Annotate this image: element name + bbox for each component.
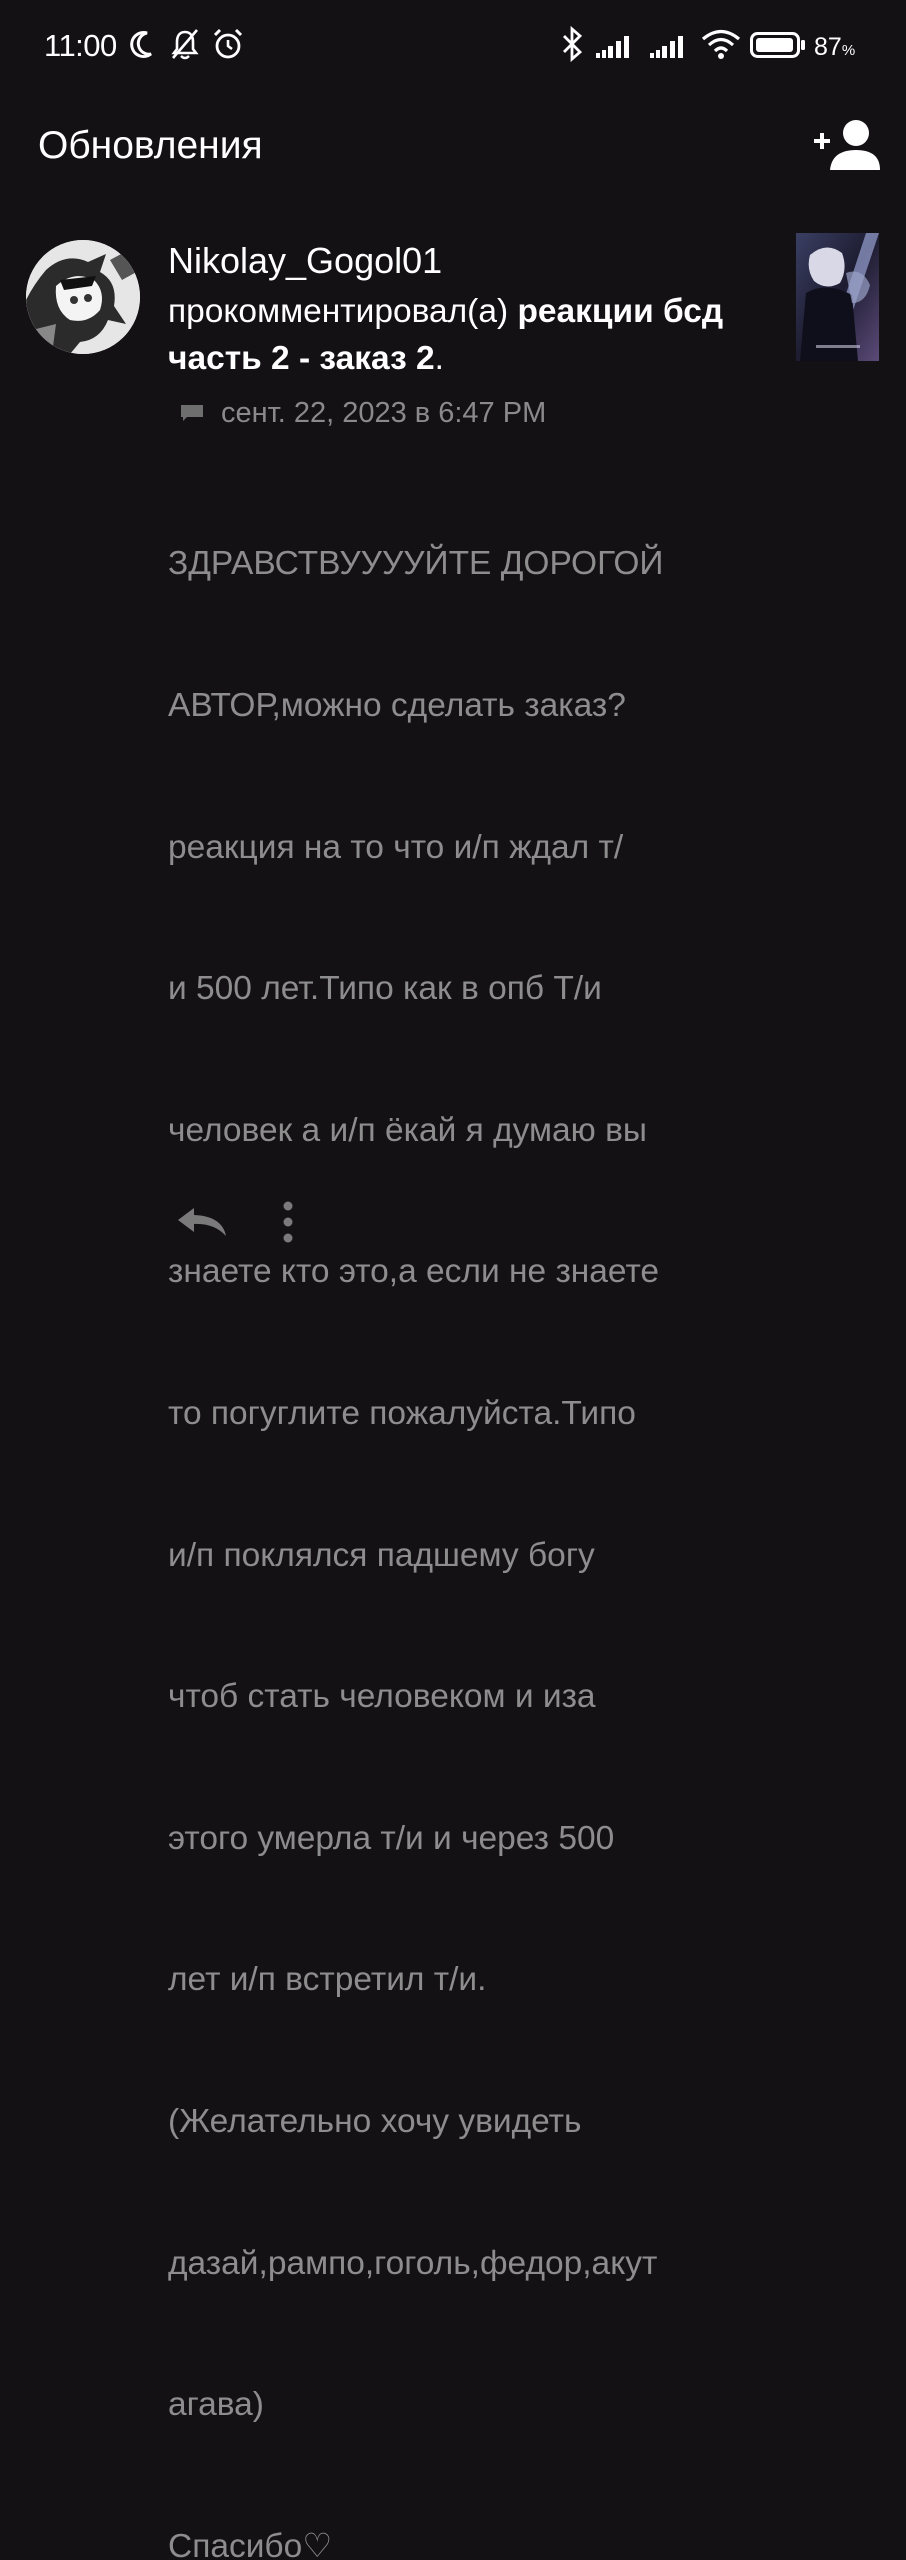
comment-line: (Желательно хочу увидеть	[168, 2102, 582, 2140]
notification-text: прокомментировал(а) реакции бсд часть 2 …	[168, 288, 788, 382]
bluetooth-icon	[563, 26, 583, 62]
timestamp: сент. 22, 2023 в 6:47 PM	[221, 396, 547, 429]
page-title: Обновления	[38, 124, 263, 167]
more-options-button[interactable]	[276, 1198, 300, 1246]
comment-line: человек а и/п ёкай я думаю вы	[168, 1111, 647, 1149]
battery-percent: 87%	[814, 33, 856, 61]
comment-line: чтоб стать человеком и иза	[168, 1678, 596, 1716]
comment-line: этого умерла т/и и через 500	[168, 1819, 615, 1857]
comment-bubble-icon	[181, 405, 203, 421]
avatar[interactable]	[26, 240, 140, 354]
comment-line: и/п поклялся падшему богу	[168, 1536, 595, 1574]
alarm-icon	[213, 28, 243, 59]
moon-icon	[130, 31, 152, 58]
signal-icon	[650, 36, 683, 58]
add-user-button[interactable]	[812, 116, 882, 174]
comment-line: Спасибо♡	[168, 2527, 333, 2560]
wifi-icon	[701, 29, 741, 59]
bell-off-icon	[171, 29, 199, 60]
reply-button[interactable]	[174, 1204, 230, 1240]
reply-icon	[178, 1208, 226, 1236]
user-avatar-image	[26, 240, 140, 354]
comment-line: лет и/п встретил т/и.	[168, 1961, 487, 1999]
comment-line: то погуглите пожалуйста.Типо	[168, 1394, 636, 1432]
signal-icon	[596, 36, 629, 58]
status-time: 11:00	[44, 28, 117, 63]
username-link[interactable]: Nikolay_Gogol01	[168, 240, 442, 282]
battery-icon	[750, 32, 805, 58]
add-user-icon	[814, 120, 880, 170]
status-bar: 11:00 87%	[0, 0, 906, 90]
period: .	[434, 340, 444, 377]
action-text: прокомментировал(а)	[168, 293, 518, 330]
comment-line: ЗДРАВСТВУУУУЙТЕ ДОРОГОЙ	[168, 545, 664, 583]
story-cover-image	[796, 233, 879, 361]
comment-meta: сент. 22, 2023 в 6:47 PM	[181, 395, 546, 431]
comment-line: АВТОР,можно сделать заказ?	[168, 687, 626, 724]
comment-line: агава)	[168, 2386, 264, 2424]
more-vertical-icon	[283, 1201, 293, 1243]
story-cover-thumbnail[interactable]	[796, 233, 879, 361]
comment-line: и 500 лет.Типо как в опб Т/и	[168, 970, 602, 1008]
comment-line: дазай,рампо,гоголь,федор,акут	[168, 2244, 658, 2282]
comment-body: ЗДРАВСТВУУУУЙТЕ ДОРОГОЙ АВТОР,можно сдел…	[168, 446, 788, 2560]
comment-line: реакция на то что и/п ждал т/	[168, 828, 624, 866]
comment-line: знаете кто это,а если не знаете	[168, 1253, 660, 1291]
